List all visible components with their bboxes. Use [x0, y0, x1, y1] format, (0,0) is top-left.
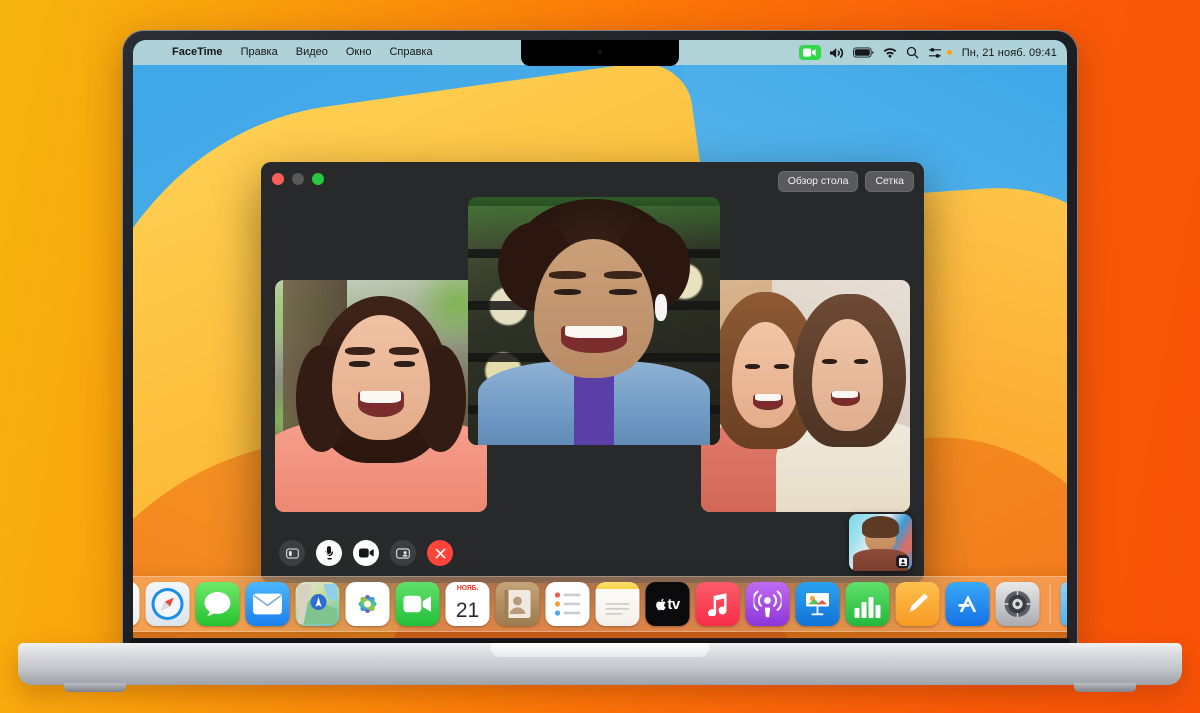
dock-item-messages[interactable]	[195, 582, 240, 626]
participant-right-video	[701, 280, 910, 512]
sidebar-toggle-button[interactable]	[279, 540, 305, 566]
facetime-control-bar	[279, 540, 453, 566]
dock-item-reminders[interactable]	[545, 582, 590, 626]
calendar-day-label: 21	[445, 594, 490, 626]
end-call-button[interactable]	[427, 540, 453, 566]
facetime-window[interactable]: Обзор стола Сетка	[261, 162, 924, 583]
self-view-thumbnail[interactable]	[849, 514, 912, 571]
participant-center[interactable]	[468, 197, 720, 445]
portrait-mode-icon[interactable]	[896, 555, 909, 568]
minimize-window-button[interactable]	[292, 173, 304, 185]
dock-item-settings[interactable]	[995, 582, 1040, 626]
camera-notch	[521, 40, 679, 66]
laptop-foot-left	[64, 683, 126, 692]
view-mode-buttons: Обзор стола Сетка	[777, 171, 914, 193]
menu-bar-status-items: Пн, 21 нояб. 09:41	[798, 45, 1057, 60]
dock-item-tv[interactable]: tv	[645, 582, 690, 626]
participant-center-video	[468, 197, 720, 445]
dock-item-launchpad[interactable]	[133, 582, 140, 626]
dock-item-safari[interactable]	[145, 582, 190, 626]
dock-item-maps[interactable]	[295, 582, 340, 626]
macbook-pro-device: FaceTime Правка Видео Окно Справка Пн, 2…	[0, 0, 1200, 713]
microphone-button[interactable]	[316, 540, 342, 566]
menu-item-window[interactable]: Окно	[337, 40, 381, 65]
dock-item-pages[interactable]	[895, 582, 940, 626]
window-traffic-lights	[272, 173, 324, 185]
dock-item-keynote[interactable]	[795, 582, 840, 626]
share-screen-button[interactable]	[390, 540, 416, 566]
control-center-icon[interactable]	[928, 47, 942, 59]
zoom-window-button[interactable]	[312, 173, 324, 185]
dock-item-facetime[interactable]	[395, 582, 440, 626]
dock-divider	[1049, 584, 1051, 624]
dock: НОЯБ. 21 tv	[133, 576, 1067, 632]
search-icon[interactable]	[906, 46, 919, 59]
menu-item-facetime[interactable]: FaceTime	[163, 40, 232, 65]
menu-bar-items: FaceTime Правка Видео Окно Справка	[145, 40, 442, 65]
dock-item-appstore[interactable]	[945, 582, 990, 626]
laptop-screen: FaceTime Правка Видео Окно Справка Пн, 2…	[133, 40, 1067, 638]
dock-item-podcasts[interactable]	[745, 582, 790, 626]
dock-item-contacts[interactable]	[495, 582, 540, 626]
apple-logo-icon[interactable]	[145, 46, 163, 59]
laptop-base-lip	[491, 643, 709, 657]
camera-active-badge-icon[interactable]	[798, 45, 821, 60]
dock-item-notes[interactable]	[595, 582, 640, 626]
dock-item-numbers[interactable]	[845, 582, 890, 626]
dock-item-downloads[interactable]	[1060, 582, 1067, 626]
participant-left-video	[275, 280, 487, 512]
menu-item-edit[interactable]: Правка	[232, 40, 287, 65]
orange-status-dot	[946, 50, 952, 55]
wifi-icon[interactable]	[883, 47, 897, 58]
dock-item-calendar[interactable]: НОЯБ. 21	[445, 582, 490, 626]
menu-item-video[interactable]: Видео	[287, 40, 337, 65]
battery-icon[interactable]	[852, 47, 874, 58]
laptop-foot-right	[1074, 683, 1136, 692]
volume-icon[interactable]	[829, 47, 844, 59]
desk-view-button[interactable]: Обзор стола	[777, 171, 859, 193]
tv-icon-label: tv	[667, 595, 680, 613]
participant-right[interactable]	[701, 280, 910, 512]
dock-item-photos[interactable]	[345, 582, 390, 626]
close-window-button[interactable]	[272, 173, 284, 185]
menu-item-help[interactable]: Справка	[380, 40, 441, 65]
participant-left[interactable]	[275, 280, 487, 512]
laptop-lid: FaceTime Правка Видео Окно Справка Пн, 2…	[122, 30, 1078, 650]
camera-button[interactable]	[353, 540, 379, 566]
front-camera-icon	[598, 50, 602, 54]
screenshot-stage: FaceTime Правка Видео Окно Справка Пн, 2…	[0, 0, 1200, 713]
laptop-base	[18, 643, 1182, 692]
dock-item-mail[interactable]	[245, 582, 290, 626]
calendar-month-label: НОЯБ.	[445, 582, 490, 594]
menu-bar-clock[interactable]: Пн, 21 нояб. 09:41	[961, 47, 1057, 59]
facetime-titlebar: Обзор стола Сетка	[261, 162, 924, 196]
dock-item-music[interactable]	[695, 582, 740, 626]
grid-view-button[interactable]: Сетка	[865, 171, 914, 193]
